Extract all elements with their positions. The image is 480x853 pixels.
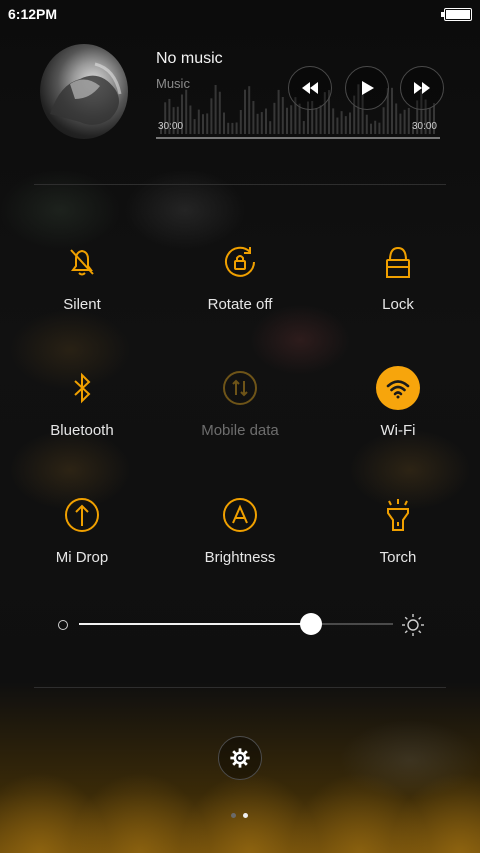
toggle-torch[interactable]: Torch — [318, 493, 478, 593]
equalizer-bar — [202, 114, 204, 134]
brightness-slider-fill — [79, 623, 312, 625]
equalizer-bar — [319, 105, 322, 134]
equalizer-bar — [197, 109, 200, 134]
equalizer-bar — [286, 107, 288, 134]
toggle-label: Wi-Fi — [380, 422, 416, 439]
total-time: 30:00 — [411, 121, 437, 132]
rotate-lock-icon — [218, 240, 262, 284]
equalizer-bar — [248, 86, 251, 134]
equalizer-bar — [315, 108, 318, 134]
equalizer-bar — [290, 105, 293, 134]
equalizer-bar — [193, 119, 196, 134]
equalizer-bar — [391, 87, 393, 134]
equalizer-bar — [370, 123, 372, 134]
equalizer-bar — [382, 107, 385, 134]
toggle-silent[interactable]: Silent — [2, 240, 162, 340]
equalizer-bar — [374, 120, 377, 134]
fast-forward-button[interactable] — [400, 66, 444, 110]
battery-icon — [441, 8, 472, 21]
toggle-label: Mobile data — [201, 422, 279, 439]
equalizer-bar — [206, 113, 209, 134]
bluetooth-icon — [60, 366, 104, 410]
play-icon — [362, 81, 374, 95]
equalizer-bar — [340, 111, 343, 134]
lock-icon — [376, 240, 420, 284]
equalizer-bar — [349, 112, 351, 134]
equalizer-bar — [407, 107, 410, 134]
music-progress-bar[interactable] — [156, 137, 440, 139]
toggle-brightness[interactable]: Brightness — [160, 493, 320, 593]
upload-arrow-icon — [60, 493, 104, 537]
equalizer-bar — [210, 98, 213, 134]
equalizer-bar — [281, 96, 284, 134]
toggle-label: Rotate off — [207, 296, 273, 313]
toggle-label: Brightness — [204, 549, 276, 566]
toggle-label: Torch — [379, 549, 417, 566]
music-title: No music — [156, 50, 223, 67]
fast-forward-icon — [414, 82, 430, 94]
equalizer-bar — [235, 122, 238, 134]
gear-icon — [230, 748, 250, 768]
equalizer-bar — [244, 89, 246, 134]
divider — [34, 184, 446, 185]
rewind-icon — [302, 82, 318, 94]
equalizer-bar — [269, 121, 272, 134]
page-indicator-1[interactable] — [231, 813, 236, 818]
equalizer-bar — [336, 117, 339, 134]
equalizer-bar — [344, 116, 347, 134]
brightness-high-icon — [402, 614, 424, 636]
equalizer-bar — [252, 100, 255, 134]
equalizer-bar — [265, 108, 267, 134]
album-art[interactable] — [40, 44, 128, 139]
brightness-low-icon — [58, 620, 68, 630]
toggle-bluetooth[interactable]: Bluetooth — [2, 366, 162, 466]
toggle-mobile-data[interactable]: Mobile data — [160, 366, 320, 466]
equalizer-bar — [239, 110, 242, 134]
status-bar: 6:12PM — [0, 0, 480, 28]
toggle-wifi[interactable]: Wi-Fi — [318, 366, 478, 466]
toggle-label: Lock — [382, 296, 414, 313]
equalizer-bar — [332, 108, 335, 134]
toggle-rotate[interactable]: Rotate off — [160, 240, 320, 340]
equalizer-bar — [302, 121, 305, 134]
toggle-label: Bluetooth — [50, 422, 114, 439]
album-art-image — [50, 62, 122, 125]
play-button[interactable] — [345, 66, 389, 110]
equalizer-bar — [223, 112, 225, 134]
equalizer-bar — [403, 109, 406, 134]
toggle-label: Silent — [63, 296, 101, 313]
status-time: 6:12PM — [8, 6, 58, 22]
equalizer-bar — [189, 105, 192, 134]
equalizer-bar — [231, 122, 234, 134]
equalizer-bar — [395, 103, 398, 134]
equalizer-bar — [214, 84, 217, 134]
equalizer-bar — [365, 114, 368, 134]
equalizer-bar — [218, 91, 221, 134]
auto-brightness-icon — [218, 493, 262, 537]
equalizer-bar — [260, 112, 263, 134]
equalizer-bar — [277, 89, 280, 134]
page-indicator-2[interactable] — [243, 813, 248, 818]
equalizer-bar — [227, 122, 230, 134]
settings-button[interactable] — [218, 736, 262, 780]
elapsed-time: 30:00 — [158, 121, 184, 132]
toggle-label: Mi Drop — [55, 549, 109, 566]
equalizer-bar — [378, 122, 381, 134]
divider — [34, 687, 446, 688]
rewind-button[interactable] — [288, 66, 332, 110]
equalizer-bar — [273, 102, 276, 134]
toggle-mi-drop[interactable]: Mi Drop — [2, 493, 162, 593]
toggle-lock[interactable]: Lock — [318, 240, 478, 340]
music-subtitle: Music — [156, 76, 190, 91]
mobile-data-icon — [218, 366, 262, 410]
brightness-slider[interactable] — [79, 613, 393, 635]
equalizer-bar — [185, 89, 188, 134]
flashlight-icon — [376, 493, 420, 537]
bell-off-icon — [60, 240, 104, 284]
wifi-icon — [376, 366, 420, 410]
equalizer-bar — [256, 113, 259, 134]
equalizer-bar — [399, 113, 402, 134]
